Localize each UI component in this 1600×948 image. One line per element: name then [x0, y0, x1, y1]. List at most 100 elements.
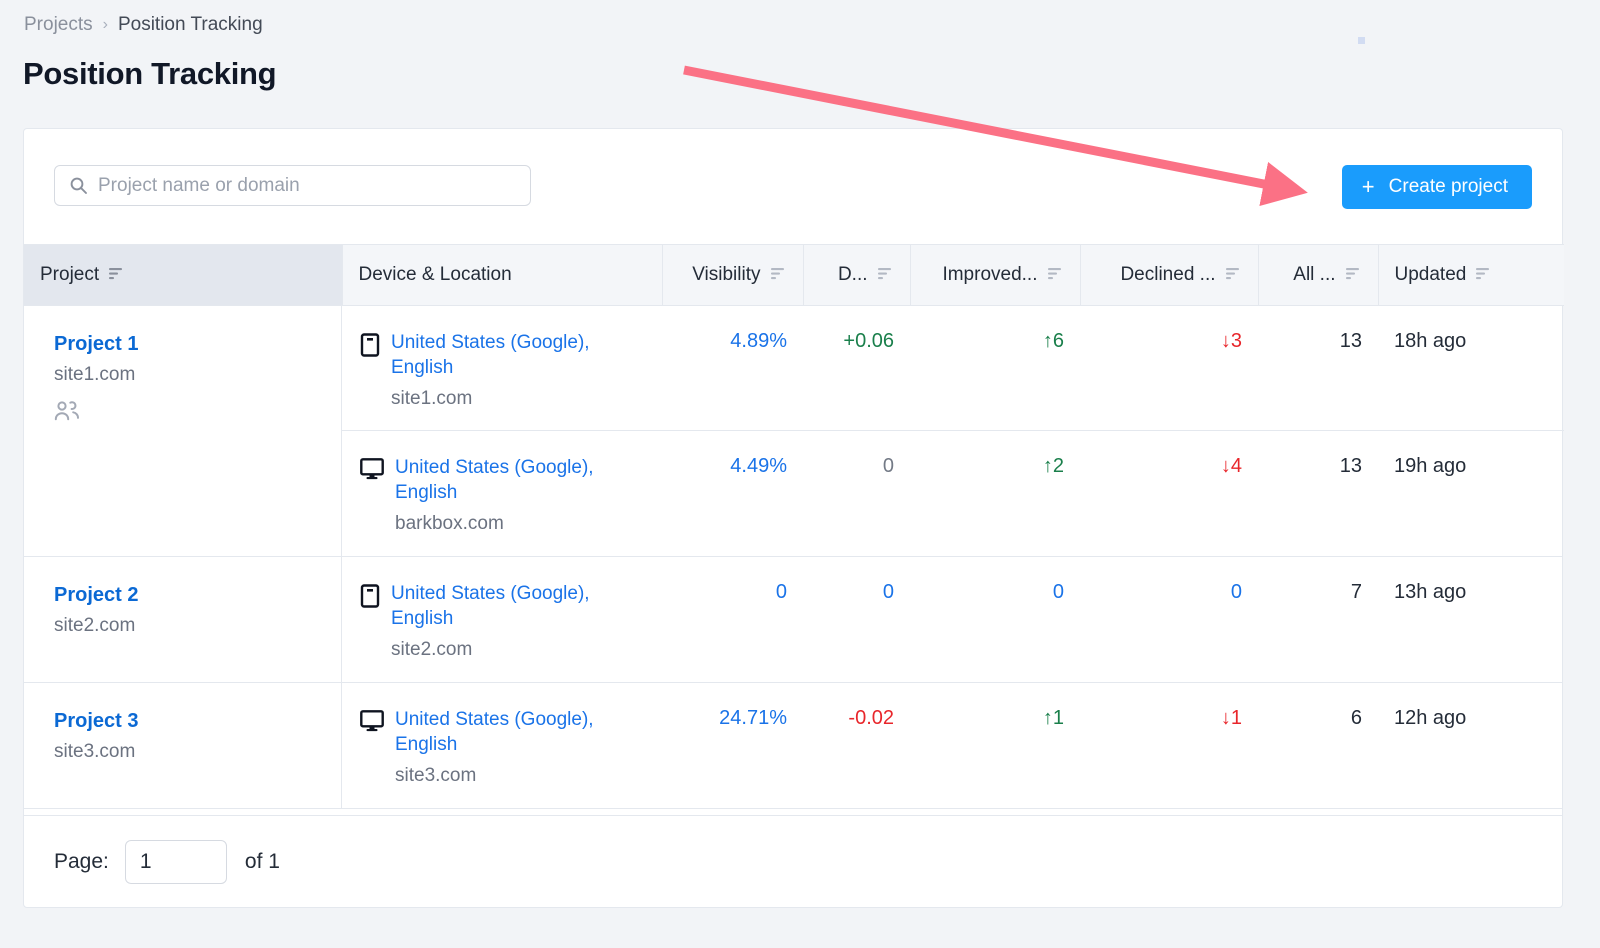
sort-icon[interactable] — [770, 264, 787, 286]
location-link[interactable]: United States (Google), English — [391, 332, 590, 378]
page-total-label: of 1 — [244, 849, 280, 873]
improved-value: ↑2 — [1042, 455, 1064, 477]
location-link[interactable]: United States (Google), English — [391, 583, 590, 629]
project-name-link[interactable]: Project 3 — [54, 709, 325, 734]
toolbar: Project name or domain + Create project — [24, 129, 1562, 244]
updated-value: 12h ago — [1394, 707, 1467, 729]
difference-value: 0 — [882, 455, 894, 477]
column-header-device-location-label: Device & Location — [358, 264, 512, 285]
sort-icon[interactable] — [1475, 264, 1492, 286]
device-location-cell: United States (Google), English site3.com — [342, 683, 662, 806]
location-link[interactable]: United States (Google), English — [395, 709, 594, 755]
desktop-icon — [360, 458, 384, 536]
row-domain: barkbox.com — [395, 513, 504, 535]
project-domain: site3.com — [54, 741, 136, 762]
table-row: United States (Google), English barkbox.c… — [342, 431, 1564, 556]
sort-icon[interactable] — [1345, 264, 1362, 286]
column-header-updated[interactable]: Updated — [1378, 244, 1564, 306]
column-header-all[interactable]: All ... — [1258, 244, 1379, 306]
column-header-improved-label: Improved... — [942, 264, 1038, 285]
breadcrumb: Projects › Position Tracking — [24, 14, 263, 36]
location-link[interactable]: United States (Google), English — [395, 457, 594, 503]
desktop-icon — [360, 710, 384, 788]
column-header-project[interactable]: Project — [24, 244, 343, 306]
visibility-value: 24.71% — [719, 707, 787, 729]
projects-table: Project Device & Location Visibility D..… — [24, 244, 1564, 306]
improved-value: ↑1 — [1042, 707, 1064, 729]
project-cell: Project 3 site3.com — [24, 683, 342, 808]
sort-icon[interactable] — [1047, 264, 1064, 286]
row-domain: site3.com — [395, 765, 477, 787]
project-name-link[interactable]: Project 2 — [54, 583, 325, 608]
shared-users-icon — [54, 400, 325, 426]
device-location-cell: United States (Google), English barkbox.c… — [342, 431, 662, 554]
visibility-value: 0 — [775, 581, 787, 603]
updated-value: 13h ago — [1394, 581, 1467, 603]
all-keywords-value: 13 — [1339, 330, 1362, 352]
create-project-label: Create project — [1388, 176, 1508, 197]
create-project-button[interactable]: + Create project — [1341, 165, 1532, 209]
sort-icon[interactable] — [1225, 264, 1242, 286]
search-placeholder: Project name or domain — [98, 174, 300, 196]
device-rows: United States (Google), English site3.com… — [342, 683, 1564, 808]
page-number-input[interactable] — [124, 839, 227, 884]
project-domain: site1.com — [54, 364, 136, 385]
column-header-difference-label: D... — [837, 264, 868, 285]
pagination: Page: of 1 — [24, 815, 1562, 907]
mobile-icon — [360, 584, 380, 662]
declined-value: ↓1 — [1220, 707, 1242, 729]
column-header-all-label: All ... — [1293, 264, 1336, 285]
column-header-visibility-label: Visibility — [692, 264, 761, 285]
table-row: United States (Google), English site2.com… — [342, 557, 1564, 682]
breadcrumb-projects-link[interactable]: Projects — [24, 14, 93, 36]
project-domain: site2.com — [54, 615, 136, 636]
updated-value: 18h ago — [1394, 330, 1467, 352]
updated-value: 19h ago — [1394, 455, 1467, 477]
table-row: United States (Google), English site1.com… — [342, 306, 1564, 431]
column-header-device-location: Device & Location — [342, 244, 663, 306]
device-rows: United States (Google), English site2.com… — [342, 557, 1564, 682]
device-rows: United States (Google), English site1.com… — [342, 306, 1564, 556]
device-location-cell: United States (Google), English site2.com — [342, 557, 662, 680]
difference-value: +0.06 — [843, 330, 894, 352]
all-keywords-value: 13 — [1339, 455, 1362, 477]
column-header-declined-label: Declined ... — [1120, 264, 1216, 285]
project-name-link[interactable]: Project 1 — [54, 332, 325, 357]
difference-value: 0 — [882, 581, 894, 603]
table-header-row: Project Device & Location Visibility D..… — [24, 244, 1564, 306]
search-input[interactable]: Project name or domain — [54, 165, 531, 206]
cursor-artifact — [1358, 37, 1365, 44]
plus-icon: + — [1361, 174, 1375, 199]
column-header-updated-label: Updated — [1394, 264, 1467, 285]
search-icon — [69, 176, 88, 195]
breadcrumb-current: Position Tracking — [117, 14, 263, 35]
table-row: United States (Google), English site3.com… — [342, 683, 1564, 808]
row-domain: site2.com — [391, 639, 473, 661]
sort-icon[interactable] — [108, 264, 125, 286]
visibility-value: 4.89% — [730, 330, 787, 352]
declined-value: 0 — [1230, 581, 1242, 603]
projects-card: Project name or domain + Create project … — [23, 128, 1564, 908]
project-group: Project 2 site2.com United States (Google)… — [24, 557, 1562, 683]
device-location-cell: United States (Google), English site1.com — [342, 306, 662, 429]
mobile-icon — [360, 333, 380, 411]
project-group: Project 3 site3.com United States (Google)… — [24, 683, 1562, 809]
sort-icon[interactable] — [877, 264, 894, 286]
row-domain: site1.com — [391, 388, 473, 410]
visibility-value: 4.49% — [730, 455, 787, 477]
all-keywords-value: 7 — [1350, 581, 1362, 603]
column-header-difference[interactable]: D... — [803, 244, 911, 306]
page-label: Page: — [54, 849, 109, 873]
declined-value: ↓3 — [1220, 330, 1242, 352]
column-header-declined[interactable]: Declined ... — [1080, 244, 1259, 306]
chevron-right-icon: › — [102, 16, 108, 33]
improved-value: ↑6 — [1042, 330, 1064, 352]
project-cell: Project 2 site2.com — [24, 557, 342, 682]
project-cell: Project 1 site1.com — [24, 306, 342, 556]
column-header-visibility[interactable]: Visibility — [662, 244, 804, 306]
improved-value: 0 — [1052, 581, 1064, 603]
declined-value: ↓4 — [1220, 455, 1242, 477]
table-body: Project 1 site1.com United States (Google)… — [24, 306, 1564, 809]
column-header-improved[interactable]: Improved... — [910, 244, 1081, 306]
all-keywords-value: 6 — [1350, 707, 1362, 729]
